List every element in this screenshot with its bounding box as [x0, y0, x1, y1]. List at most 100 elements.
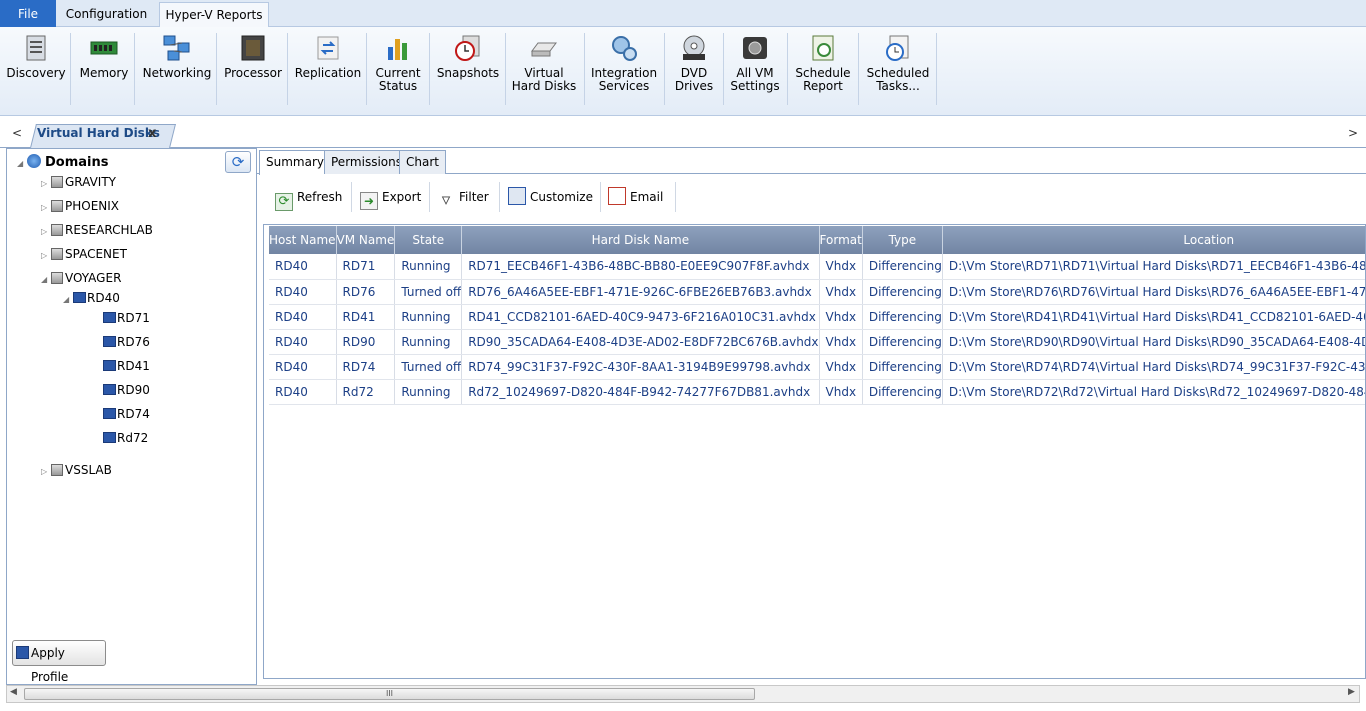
export-icon: ➜	[360, 192, 378, 210]
column-header-vm-name[interactable]: VM Name	[336, 226, 396, 254]
tree-vm-rd41[interactable]: RD41	[103, 357, 150, 375]
column-header-location[interactable]: Location	[942, 226, 1365, 254]
tree-host-rd40[interactable]: ◢ RD40	[63, 289, 120, 307]
cell-location: D:\Vm Store\RD74\RD74\Virtual Hard Disks…	[942, 354, 1365, 380]
menu-file[interactable]: File	[0, 0, 56, 27]
column-header-host-name[interactable]: Host Name	[269, 226, 337, 254]
ribbon: Discovery Memory Networking Processor Re…	[0, 27, 1366, 116]
table-row[interactable]: RD40 Rd72 Running Rd72_10249697-D820-484…	[269, 379, 1365, 405]
table-row[interactable]: RD40 RD71 Running RD71_EECB46F1-43B6-48B…	[269, 254, 1365, 280]
all-vm-settings-icon	[743, 37, 767, 59]
cell-vm-name: RD41	[336, 304, 396, 330]
networking-button[interactable]: Networking	[138, 31, 216, 109]
expand-arrow-icon[interactable]: ▷	[41, 247, 51, 265]
tree-domain-voyager[interactable]: ◢ VOYAGER	[41, 269, 121, 287]
scrollbar-thumb[interactable]: III	[24, 688, 755, 700]
schedule-report-icon	[812, 35, 834, 61]
integration-services-icon	[612, 36, 637, 61]
scheduled-tasks-button[interactable]: Scheduled Tasks...	[862, 31, 934, 109]
snapshots-icon	[455, 35, 480, 61]
scroll-left-arrow-icon[interactable]: ◀	[10, 687, 17, 697]
customize-icon	[508, 187, 526, 205]
tree-vm-rd72[interactable]: Rd72	[103, 429, 148, 447]
table-row[interactable]: RD40 RD41 Running RD41_CCD82101-6AED-40C…	[269, 304, 1365, 330]
tree-vm-rd90[interactable]: RD90	[103, 381, 150, 399]
tree-domain-phoenix[interactable]: ▷ PHOENIX	[41, 197, 119, 215]
column-header-type[interactable]: Type	[862, 226, 943, 254]
expand-arrow-icon[interactable]: ▷	[41, 463, 51, 481]
tree-domain-spacenet[interactable]: ▷ SPACENET	[41, 245, 127, 263]
cell-host-name: RD40	[269, 354, 337, 380]
domain-icon	[51, 200, 63, 212]
cell-host-name: RD40	[269, 329, 337, 355]
tree-vm-rd74[interactable]: RD74	[103, 405, 150, 423]
table-row[interactable]: RD40 RD90 Running RD90_35CADA64-E408-4D3…	[269, 329, 1365, 355]
column-header-format[interactable]: Format	[819, 226, 863, 254]
horizontal-scrollbar[interactable]: ◀ III ▶	[6, 685, 1360, 703]
refresh-icon: ⟳	[231, 153, 245, 171]
cell-type: Differencing	[862, 354, 943, 380]
memory-icon	[90, 41, 118, 55]
customize-button[interactable]: Customize	[508, 184, 593, 210]
cell-vm-name: RD76	[336, 279, 396, 305]
collapse-arrow-icon[interactable]: ◢	[63, 291, 73, 309]
hard-disks-table: Host Name VM Name State Hard Disk Name F…	[269, 226, 1365, 405]
vm-icon	[103, 432, 116, 443]
tab-summary[interactable]: Summary	[259, 150, 331, 175]
tab-chart[interactable]: Chart	[399, 150, 446, 174]
cell-vm-name: RD74	[336, 354, 396, 380]
tree-root-domains[interactable]: ◢ Domains	[17, 153, 109, 171]
domain-icon	[51, 224, 63, 236]
globe-icon	[27, 154, 41, 168]
menu-configuration[interactable]: Configuration	[58, 2, 155, 27]
tree-domain-gravity[interactable]: ▷ GRAVITY	[41, 173, 116, 191]
tree-domain-vsslab[interactable]: ▷ VSSLAB	[41, 461, 112, 479]
tree-vm-rd71[interactable]: RD71	[103, 309, 150, 327]
discovery-button[interactable]: Discovery	[4, 31, 68, 109]
vm-icon	[103, 312, 116, 323]
expand-arrow-icon[interactable]: ▷	[41, 223, 51, 241]
snapshots-button[interactable]: Snapshots	[434, 31, 502, 109]
filter-button[interactable]: ▿ Filter	[437, 184, 489, 210]
expand-arrow-icon[interactable]: ▷	[41, 175, 51, 193]
tab-virtual-hard-disks[interactable]: Virtual Hard Disks	[37, 126, 160, 140]
apply-profile-button[interactable]: Apply Profile	[12, 640, 106, 684]
cell-host-name: RD40	[269, 254, 337, 280]
tab-permissions[interactable]: Permissions	[324, 150, 409, 174]
refresh-tree-button[interactable]: ⟳	[225, 151, 251, 173]
domain-tree-panel: ◢ Domains ⟳ ▷ GRAVITY ▷ PHOENIX ▷ RESEARCHLA…	[6, 148, 257, 685]
column-header-state[interactable]: State	[394, 226, 463, 254]
document-tab-strip: < Virtual Hard Disks x >	[0, 116, 1366, 148]
close-icon[interactable]: x	[148, 126, 156, 141]
networking-icon	[163, 35, 190, 61]
table-row[interactable]: RD40 RD76 Turned off RD76_6A46A5EE-EBF1-…	[269, 279, 1365, 305]
export-button[interactable]: ➜ Export	[360, 184, 421, 210]
column-header-hard-disk-name[interactable]: Hard Disk Name	[461, 226, 820, 254]
refresh-button[interactable]: ⟳ Refresh	[275, 184, 342, 211]
cell-host-name: RD40	[269, 279, 337, 305]
integration-services-button[interactable]: Integration Services	[588, 31, 660, 109]
cell-vm-name: Rd72	[336, 379, 396, 405]
email-button[interactable]: Email	[608, 184, 663, 210]
memory-button[interactable]: Memory	[74, 31, 134, 109]
menu-hyperv-reports[interactable]: Hyper-V Reports	[159, 2, 269, 28]
cell-format: Vhdx	[819, 254, 863, 280]
expand-arrow-icon[interactable]: ▷	[41, 199, 51, 217]
processor-button[interactable]: Processor	[220, 31, 286, 109]
virtual-hard-disks-button[interactable]: Virtual Hard Disks	[510, 31, 578, 109]
dvd-drives-button[interactable]: DVD Drives	[668, 31, 720, 109]
collapse-arrow-icon[interactable]: ◢	[17, 155, 27, 173]
tab-scroll-left-button[interactable]: <	[12, 126, 22, 140]
tree-domain-researchlab[interactable]: ▷ RESEARCHLAB	[41, 221, 153, 239]
table-row[interactable]: RD40 RD74 Turned off RD74_99C31F37-F92C-…	[269, 354, 1365, 380]
collapse-arrow-icon[interactable]: ◢	[41, 271, 51, 289]
tree-vm-rd76[interactable]: RD76	[103, 333, 150, 351]
tab-scroll-right-button[interactable]: >	[1348, 126, 1358, 140]
schedule-report-button[interactable]: Schedule Report	[791, 31, 855, 109]
replication-button[interactable]: Replication	[292, 31, 364, 109]
all-vm-settings-button[interactable]: All VM Settings	[727, 31, 783, 109]
virtual-hard-disks-icon	[531, 42, 557, 57]
scroll-right-arrow-icon[interactable]: ▶	[1348, 687, 1355, 697]
current-status-button[interactable]: Current Status	[370, 31, 426, 109]
cell-type: Differencing	[862, 254, 943, 280]
